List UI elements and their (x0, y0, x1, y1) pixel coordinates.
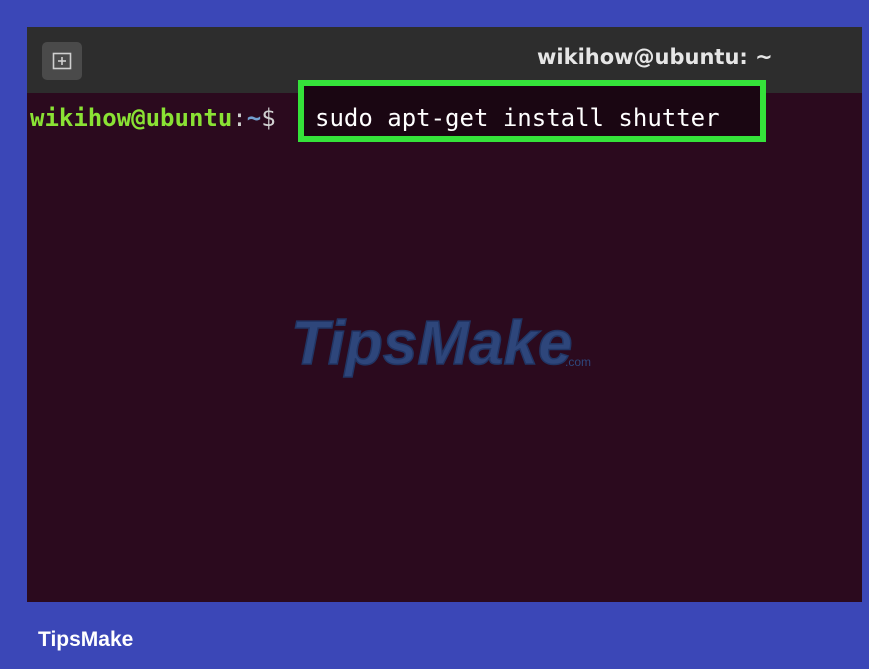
prompt-user-host: wikihow@ubuntu (30, 104, 233, 132)
prompt-symbol: $ (261, 104, 276, 132)
prompt-path: ~ (246, 104, 262, 132)
svg-text:.com: .com (565, 355, 591, 369)
tutorial-frame: wikihow@ubuntu: ~ wikihow@ubuntu:~$ sudo… (0, 0, 869, 669)
svg-text:TipsMake: TipsMake (291, 309, 572, 378)
new-tab-button[interactable] (42, 42, 82, 80)
window-title: wikihow@ubuntu: ~ (537, 45, 773, 69)
footer-brand-label: TipsMake (38, 628, 134, 651)
terminal-window: wikihow@ubuntu: ~ wikihow@ubuntu:~$ sudo… (27, 27, 862, 602)
tipsmake-watermark-logo: TipsMake .com (290, 308, 591, 379)
terminal-command[interactable]: sudo apt-get install shutter (315, 103, 720, 133)
terminal-prompt-line: wikihow@ubuntu:~$ (30, 103, 276, 133)
prompt-colon: : (232, 104, 247, 132)
new-tab-icon (52, 52, 72, 70)
